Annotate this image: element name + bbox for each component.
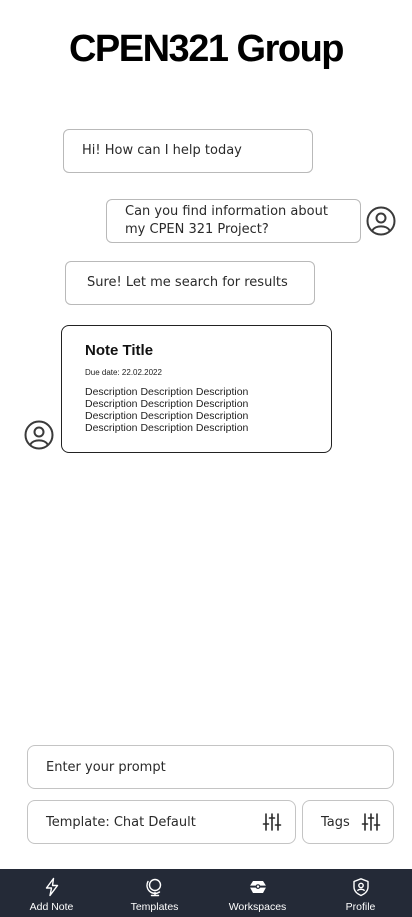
- shield-user-icon: [352, 878, 369, 897]
- prompt-input[interactable]: [27, 745, 394, 789]
- page-title: CPEN321 Group: [68, 28, 345, 70]
- chat-message-bot: Hi! How can I help today: [63, 129, 313, 173]
- note-title: Note Title: [85, 342, 154, 359]
- nav-templates[interactable]: Templates: [103, 869, 206, 917]
- nav-workspaces[interactable]: Workspaces: [206, 869, 309, 917]
- nav-profile[interactable]: Profile: [309, 869, 412, 917]
- nav-label: Templates: [130, 901, 179, 913]
- tune-icon: [262, 813, 282, 831]
- tune-icon: [361, 813, 381, 831]
- chat-message-bot: Sure! Let me search for results: [65, 261, 315, 305]
- chat-message-text: Hi! How can I help today: [82, 143, 242, 158]
- tags-select[interactable]: Tags: [302, 800, 394, 844]
- note-description-line: Description Description Description: [85, 422, 249, 434]
- bot-avatar-icon: [24, 420, 54, 450]
- note-description-line: Description Description Description: [85, 386, 249, 398]
- chat-message-text: Sure! Let me search for results: [87, 275, 288, 290]
- lightning-icon: [45, 877, 58, 897]
- note-description-line: Description Description Description: [85, 398, 249, 410]
- user-avatar-icon[interactable]: [366, 206, 396, 236]
- bottom-nav: Add Note Templates Workspaces Profile: [0, 869, 412, 917]
- note-due-date: Due date: 22.02.2022: [85, 368, 162, 377]
- note-description-line: Description Description Description: [85, 410, 249, 422]
- chat-message-user: Can you find information about my CPEN 3…: [106, 199, 361, 243]
- nav-label: Add Note: [29, 901, 74, 913]
- template-select[interactable]: Template: Chat Default: [27, 800, 296, 844]
- note-card[interactable]: Note Title Due date: 22.02.2022 Descript…: [61, 325, 332, 453]
- globe-stand-icon: [145, 878, 161, 897]
- nav-add-note[interactable]: Add Note: [0, 869, 103, 917]
- template-select-label: Template: Chat Default: [46, 814, 196, 830]
- tags-select-label: Tags: [321, 814, 350, 830]
- nav-label: Workspaces: [228, 901, 287, 913]
- nav-label: Profile: [345, 901, 376, 913]
- workspace-icon: [249, 881, 266, 893]
- chat-message-text: Can you find information about my CPEN 3…: [125, 204, 328, 237]
- note-description: Description Description Description Desc…: [85, 386, 331, 434]
